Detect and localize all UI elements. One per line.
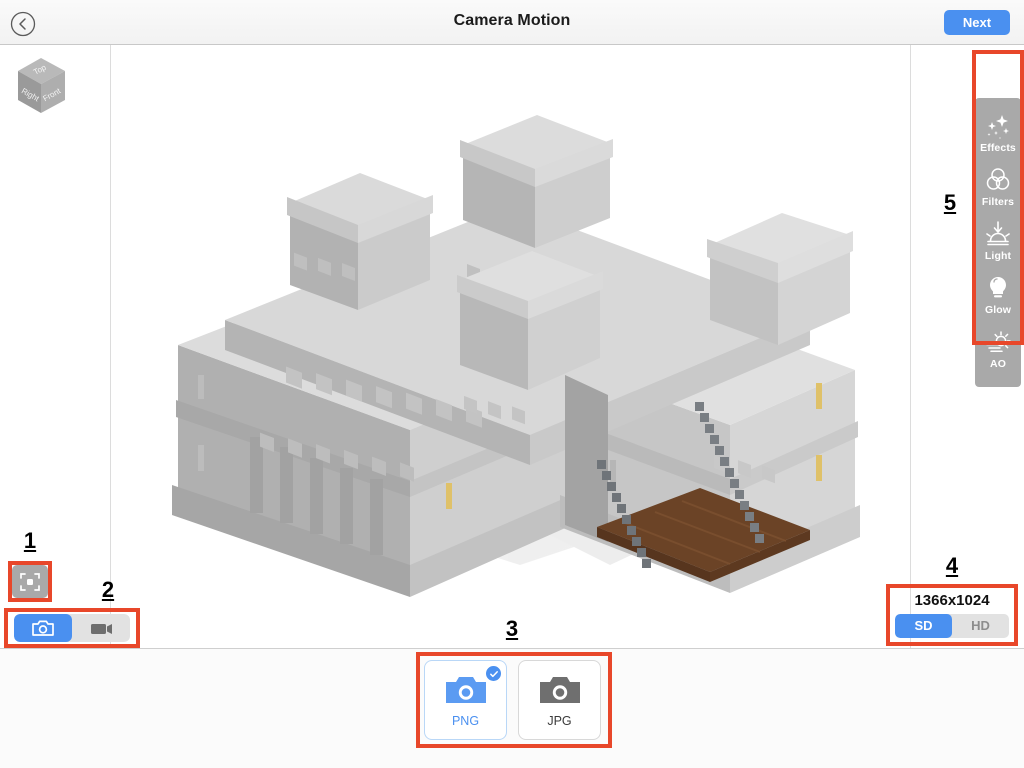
right-panel-divider (910, 45, 911, 648)
next-button[interactable]: Next (944, 10, 1010, 35)
check-icon (489, 670, 498, 677)
sidebar-item-label: AO (990, 358, 1006, 370)
annotation-number-5: 5 (943, 190, 957, 215)
annotation-number-4: 4 (945, 553, 959, 578)
format-card-png[interactable]: PNG (424, 660, 507, 740)
format-card-label: JPG (547, 713, 572, 728)
viewport-canvas[interactable]: Top Right Front Effects Filters Light Gl… (0, 45, 1024, 648)
quality-toggle[interactable]: SD HD (895, 614, 1009, 638)
castle-tower-left (287, 173, 433, 310)
sidebar-item-label: Glow (984, 304, 1012, 316)
sidebar-item-label: Effects (980, 142, 1016, 154)
annotation-number-1: 1 (23, 528, 37, 553)
sparkles-icon (987, 115, 1009, 139)
resolution-control: 1366x1024 SD HD (890, 587, 1014, 643)
ambient-occlusion-sun-icon (986, 331, 1011, 353)
capture-mode-video[interactable] (72, 614, 130, 642)
format-card-jpg[interactable]: JPG (518, 660, 601, 740)
quality-option-sd[interactable]: SD (895, 614, 952, 638)
view-orientation-cube[interactable]: Top Right Front (10, 53, 72, 119)
sidebar-item-filters[interactable]: Filters (975, 160, 1021, 214)
quality-option-hd[interactable]: HD (952, 614, 1009, 638)
sidebar-item-label: Light (984, 250, 1012, 262)
annotation-number-2: 2 (101, 577, 115, 602)
selected-badge (486, 666, 501, 681)
sidebar-item-effects[interactable]: Effects (975, 106, 1021, 160)
app-window: Camera Motion Next Top Right Front Effec… (0, 0, 1024, 768)
sidebar-item-ao[interactable]: AO (975, 322, 1021, 376)
top-bar: Camera Motion Next (0, 0, 1024, 45)
sidebar-item-light[interactable]: Light (975, 214, 1021, 268)
fit-to-frame-icon (20, 572, 40, 591)
export-format-options: PNG JPG (424, 660, 601, 740)
castle-window (816, 383, 822, 409)
photo-camera-icon (32, 620, 54, 636)
voxel-castle-model[interactable] (110, 45, 910, 648)
fit-to-frame-button[interactable] (12, 565, 48, 598)
light-down-arrow-icon (986, 221, 1010, 246)
sidebar-item-glow[interactable]: Glow (975, 268, 1021, 322)
capture-mode-toggle[interactable] (14, 614, 130, 642)
sidebar-item-label: Filters (981, 196, 1015, 208)
video-camera-icon (91, 624, 112, 634)
lightbulb-icon (990, 277, 1006, 298)
effects-sidebar[interactable]: Effects Filters Light Glow AO (972, 95, 1024, 390)
orientation-cube-icon: Top Right Front (18, 58, 65, 113)
photo-camera-icon (445, 676, 486, 703)
page-title: Camera Motion (453, 12, 571, 29)
castle-window (446, 483, 452, 509)
overlapping-circles-icon (986, 168, 1010, 190)
castle-gate-opening (565, 375, 608, 542)
resolution-size-label: 1366x1024 (914, 592, 990, 609)
effects-sidebar-panel: Effects Filters Light Glow AO (975, 98, 1021, 387)
annotation-number-3: 3 (505, 616, 519, 641)
capture-mode-photo[interactable] (14, 614, 72, 642)
photo-camera-icon (539, 676, 580, 703)
format-card-label: PNG (451, 713, 480, 728)
castle-window (816, 455, 822, 481)
